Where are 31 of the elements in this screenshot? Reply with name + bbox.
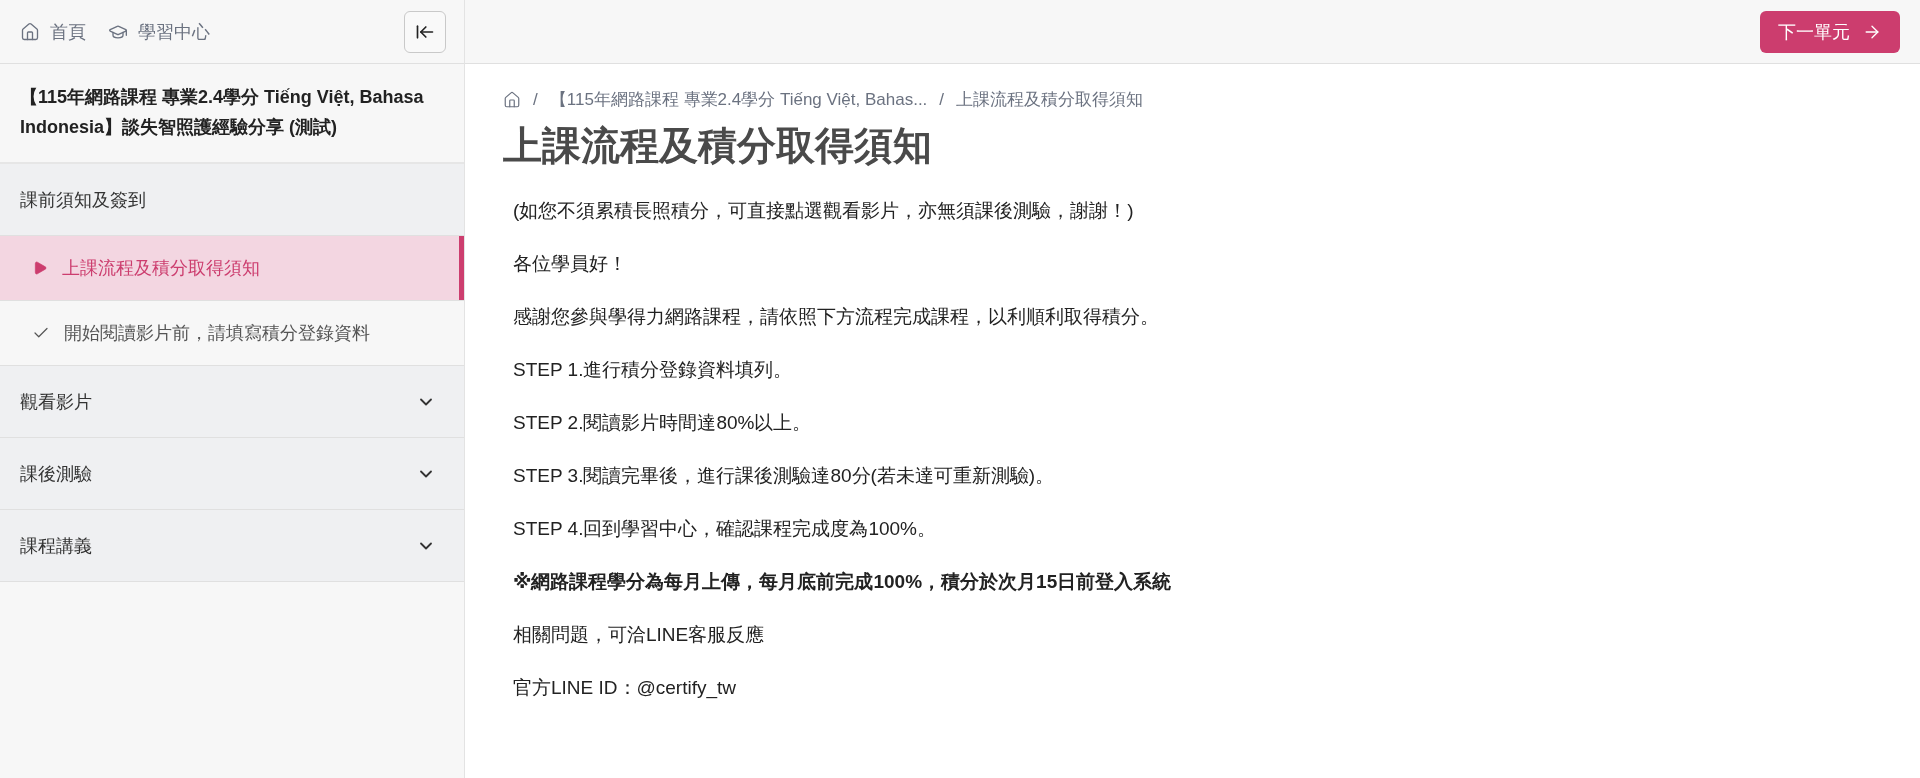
next-unit-button[interactable]: 下一單元 — [1760, 10, 1900, 53]
nav-link[interactable]: 首頁 — [20, 19, 86, 44]
paragraph: (如您不須累積長照積分，可直接點選觀看影片，亦無須課後測驗，謝謝！) — [513, 199, 1135, 223]
nav-link[interactable]: 學習中心 — [108, 19, 210, 44]
paragraph: 相關問題，可洽LINE客服反應 — [513, 623, 766, 647]
section-title: 觀看影片 — [20, 390, 92, 414]
breadcrumb-link[interactable]: 【115年網路課程 專業2.4學分 Tiếng Việt, Bahas... — [549, 88, 928, 111]
page-title: 上課流程及積分取得須知 — [503, 123, 933, 169]
breadcrumb-separator: / — [533, 89, 538, 110]
section-title: 課後測驗 — [20, 462, 92, 486]
home-icon — [503, 90, 521, 109]
section-header[interactable]: 觀看影片 — [0, 366, 464, 438]
breadcrumb-separator: / — [939, 89, 945, 110]
paragraph: STEP 2.閱讀影片時間達80%以上。 — [513, 411, 813, 435]
collapse-sidebar-button[interactable] — [404, 10, 446, 53]
paragraph: STEP 3.閱讀完畢後，進行課後測驗達80分(若未達可重新測驗)。 — [513, 464, 1056, 488]
home-icon — [20, 21, 40, 42]
play-icon — [32, 260, 48, 276]
breadcrumb-link[interactable]: 上課流程及積分取得須知 — [956, 88, 1144, 111]
paragraph: ※網路課程學分為每月上傳，每月底前完成100%，積分於次月15日前登入系統 — [513, 570, 1173, 594]
section-header[interactable]: 課後測驗 — [0, 438, 464, 510]
paragraph: 官方LINE ID：@certify_tw — [513, 676, 738, 700]
paragraph: STEP 4.回到學習中心，確認課程完成度為100%。 — [513, 517, 937, 541]
section-title: 課前須知及簽到 — [20, 188, 146, 212]
lesson-item[interactable]: 上課流程及積分取得須知 — [0, 236, 464, 301]
section-header[interactable]: 課程講義 — [0, 510, 464, 582]
paragraph: STEP 1.進行積分登錄資料填列。 — [513, 358, 794, 382]
paragraph: 感謝您參與學得力網路課程，請依照下方流程完成課程，以利順利取得積分。 — [513, 305, 1160, 329]
section-title: 課程講義 — [20, 534, 92, 558]
paragraph: 各位學員好！ — [513, 252, 628, 276]
section-header[interactable]: 課前須知及簽到 — [0, 164, 464, 236]
